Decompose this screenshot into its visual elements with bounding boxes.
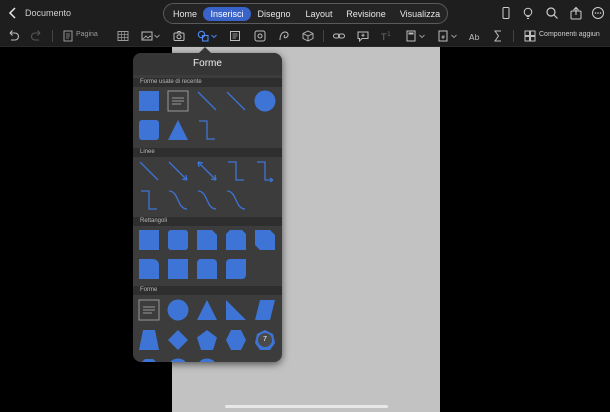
page-number-icon[interactable]: # [436, 29, 450, 43]
footnote-icon[interactable]: T1 [380, 29, 394, 43]
ribbon-tabs: Home Inserisci Disegno Layout Revisione … [163, 3, 448, 24]
wordart-icon[interactable]: Ab [468, 29, 482, 43]
shape-round-single-corner[interactable] [138, 258, 160, 280]
svg-text:#: # [441, 35, 445, 41]
shape-curved-double-arrow-connector[interactable] [225, 189, 247, 211]
comment-icon[interactable] [356, 29, 370, 43]
title-bar: Documento Home Inserisci Disegno Layout … [0, 0, 610, 26]
equation-icon[interactable] [491, 29, 505, 43]
shape-diamond[interactable] [167, 329, 189, 351]
header-chevron-down-icon[interactable] [418, 29, 426, 43]
shapes-chevron-down-icon[interactable] [210, 29, 218, 43]
page-button-label[interactable]: Pagina [76, 31, 98, 38]
tab-layout[interactable]: Layout [300, 7, 338, 21]
toolbar-divider [323, 30, 324, 42]
add-ins-icon[interactable] [523, 29, 537, 43]
undo-icon[interactable] [6, 29, 20, 43]
shape-right-triangle[interactable] [225, 299, 247, 321]
shape-decagon[interactable] [167, 358, 189, 362]
search-icon[interactable] [545, 6, 559, 20]
shape-rounded-rectangle[interactable] [167, 229, 189, 251]
back-icon[interactable] [6, 6, 20, 20]
shape-octagon[interactable] [138, 358, 160, 362]
shape-elbow-double-arrow-connector[interactable] [138, 189, 160, 211]
insert-toolbar: Pagina T 1 # Ab Componenti aggiun [0, 26, 610, 47]
shape-line[interactable] [196, 90, 218, 112]
toolbar-divider [513, 30, 514, 42]
share-icon[interactable] [569, 6, 583, 20]
tab-inserisci[interactable]: Inserisci [203, 7, 251, 21]
toolbar-divider [52, 30, 53, 42]
svg-text:Ab: Ab [469, 33, 480, 42]
shape-elbow-connector[interactable] [196, 119, 218, 141]
tab-visualizza[interactable]: Visualizza [396, 7, 444, 21]
shape-line[interactable] [138, 160, 160, 182]
shape-curved-connector[interactable] [167, 189, 189, 211]
shape-rectangle[interactable] [138, 90, 160, 112]
section-header-rectangles: Rettangoli [133, 217, 282, 226]
shape-oval[interactable] [167, 299, 189, 321]
svg-text:1: 1 [387, 31, 391, 38]
shape-parallelogram[interactable] [254, 299, 276, 321]
shape-trapezoid[interactable] [138, 329, 160, 351]
lightbulb-icon[interactable] [521, 6, 535, 20]
shape-textbox[interactable] [167, 90, 189, 112]
document-title[interactable]: Documento [25, 8, 71, 18]
shape-snip-same-side[interactable] [225, 229, 247, 251]
camera-icon[interactable] [172, 29, 186, 43]
page-icon[interactable] [61, 29, 75, 43]
shape-textbox[interactable] [138, 299, 160, 321]
more-icon[interactable] [591, 6, 605, 20]
shape-line-double-arrow[interactable] [196, 160, 218, 182]
shape-rounded-rectangle[interactable] [138, 119, 160, 141]
shapes-popover: Forme Forme usate di recente Linee Retta… [133, 53, 282, 362]
tab-revisione[interactable]: Revisione [342, 7, 390, 21]
shape-oval[interactable] [254, 90, 276, 112]
app-window: Documento Home Inserisci Disegno Layout … [0, 0, 610, 412]
home-indicator [225, 405, 388, 408]
icons-icon[interactable] [277, 29, 291, 43]
3d-model-icon[interactable] [301, 29, 315, 43]
section-header-lines: Linee [133, 148, 282, 157]
tab-disegno[interactable]: Disegno [253, 7, 295, 21]
shape-triangle[interactable] [167, 119, 189, 141]
section-header-recent: Forme usate di recente [133, 78, 282, 87]
link-icon[interactable] [332, 29, 346, 43]
header-footer-icon[interactable] [404, 29, 418, 43]
picture-icon[interactable] [140, 29, 154, 43]
shape-dodecagon[interactable] [196, 358, 218, 362]
table-icon[interactable] [116, 29, 130, 43]
number-badge: 7 [258, 333, 272, 347]
redo-icon[interactable] [30, 29, 44, 43]
section-header-shapes: Forme [133, 286, 282, 295]
shape-line[interactable] [225, 90, 247, 112]
shape-curved-arrow-connector[interactable] [196, 189, 218, 211]
shape-rectangle[interactable] [138, 229, 160, 251]
shape-hexagon[interactable] [225, 329, 247, 351]
add-ins-label[interactable]: Componenti aggiun [539, 31, 610, 38]
phone-icon[interactable] [499, 6, 513, 20]
shape-elbow-arrow-connector[interactable] [254, 160, 276, 183]
shape-pentagon[interactable] [196, 329, 218, 351]
shape-snip-diagonal[interactable] [254, 229, 276, 251]
shapes-icon[interactable] [196, 29, 210, 43]
svg-text:T: T [380, 33, 387, 43]
picture-chevron-down-icon[interactable] [153, 29, 161, 43]
textbox-icon[interactable] [228, 29, 242, 43]
page-number-chevron-down-icon[interactable] [450, 29, 458, 43]
popover-title: Forme [133, 53, 282, 75]
shape-round-diagonal[interactable] [225, 258, 247, 280]
shape-elbow-connector[interactable] [225, 160, 247, 182]
tab-home[interactable]: Home [168, 7, 202, 21]
shape-snip-round-corner[interactable] [167, 258, 189, 280]
shape-line-arrow[interactable] [167, 160, 189, 182]
shape-snip-single-corner[interactable] [196, 229, 218, 251]
shape-triangle[interactable] [196, 299, 218, 321]
shape-round-same-side[interactable] [196, 258, 218, 280]
smartart-icon[interactable] [253, 29, 267, 43]
